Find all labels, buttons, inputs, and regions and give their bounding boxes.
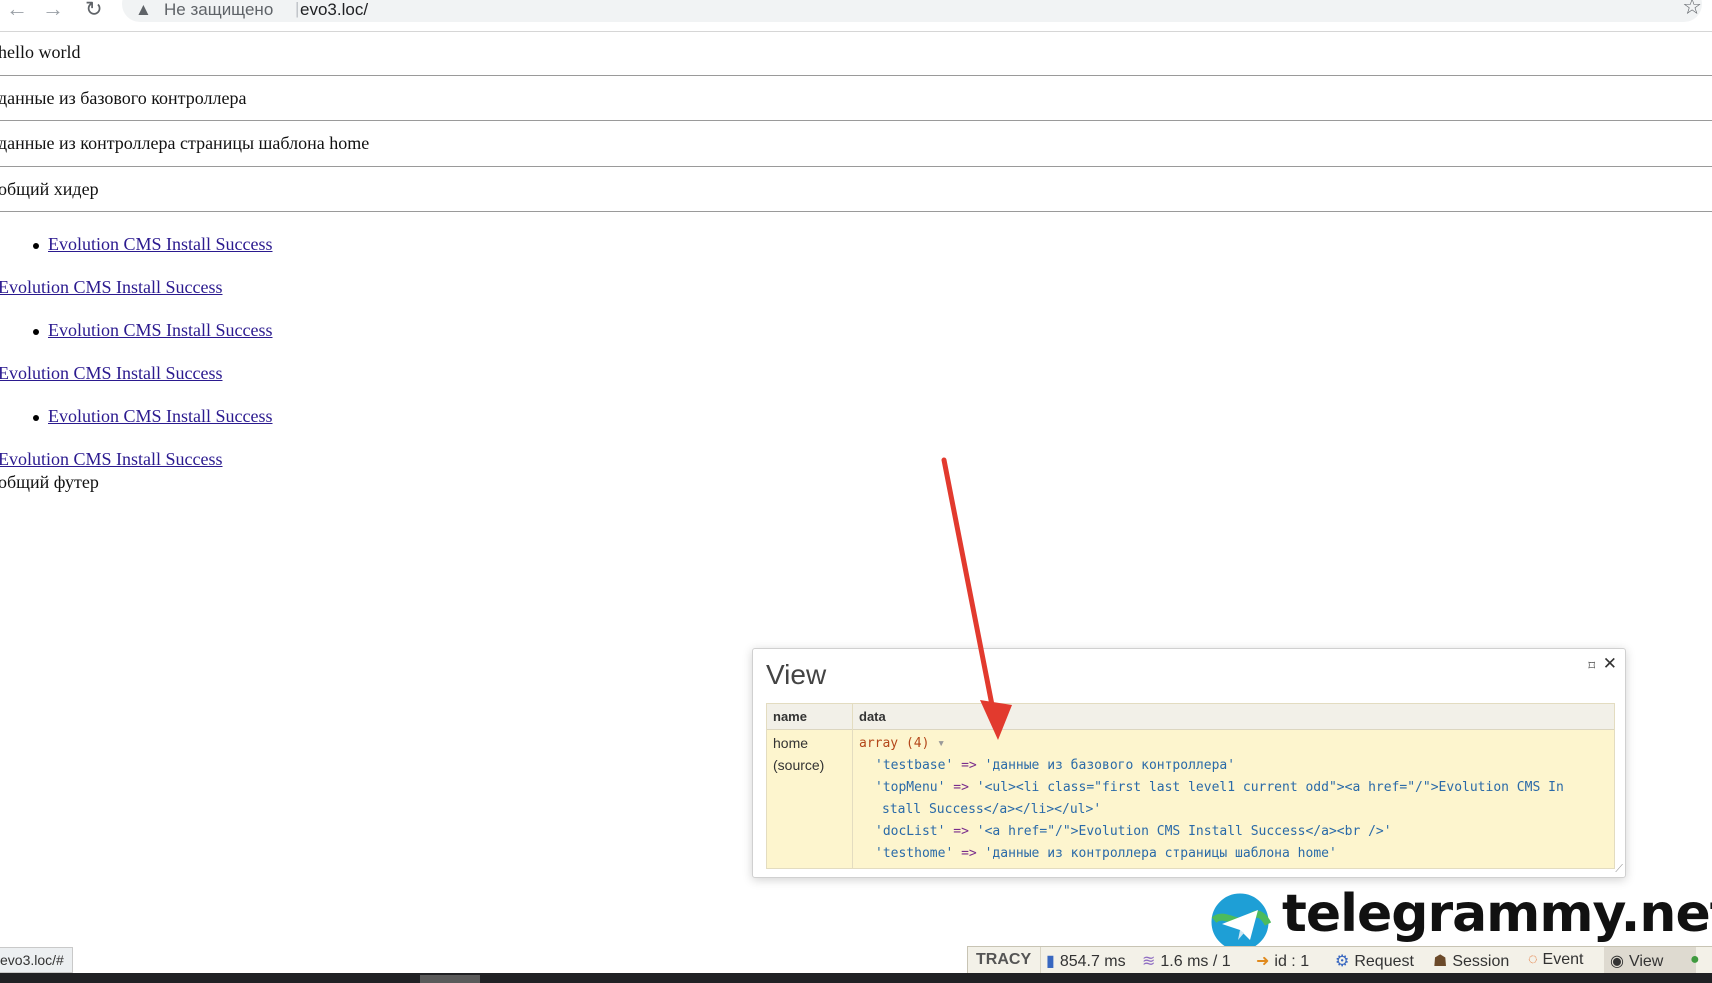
divider <box>0 166 1712 167</box>
table-header: name data <box>767 704 1614 730</box>
event-icon: ◌ <box>1528 951 1538 968</box>
back-arrow-icon[interactable]: ← <box>6 0 28 22</box>
watermark-text: telegrammy.net <box>1282 884 1712 944</box>
list-bullet <box>33 243 39 249</box>
array-entry-continued: stall Success</a></li></ul>' <box>882 802 1102 817</box>
list-bullet <box>33 415 39 421</box>
array-entry: 'topMenu' => '<ul><li class="first last … <box>875 780 1564 795</box>
array-entry: 'docList' => '<a href="/">Evolution CMS … <box>875 824 1392 839</box>
address-bar[interactable]: ▲ Не защищено | evo3.loc/ <box>122 0 1702 22</box>
base-controller-text: данные из базового контроллера <box>0 88 247 108</box>
session-icon: ☗ <box>1433 953 1448 970</box>
table-row: home (source) array (4) ▾ 'testbase' => … <box>767 730 1614 868</box>
column-header-name: name <box>773 709 807 724</box>
request-item[interactable]: ⚙ Request <box>1335 951 1414 971</box>
browser-toolbar: ← → ↻ ▲ Не защищено | evo3.loc/ ☆ <box>0 0 1712 32</box>
view-table: name data home (source) array (4) ▾ 'tes… <box>766 703 1615 869</box>
url-separator: | <box>295 0 300 18</box>
horizontal-scrollbar[interactable] <box>420 975 480 983</box>
divider <box>1040 947 1041 974</box>
warning-icon[interactable]: ▲ <box>135 0 152 20</box>
source-link[interactable]: (source) <box>773 757 824 773</box>
bookmark-star-icon[interactable]: ☆ <box>1682 0 1702 20</box>
divider <box>0 75 1712 76</box>
bottom-strip <box>0 973 1712 983</box>
tracy-view-panel: View ⌑ ✕ name data home (source) array (… <box>752 648 1626 878</box>
footer-text: общий футер <box>0 472 99 492</box>
event-item[interactable]: ◌ Event <box>1528 951 1583 969</box>
hello-text: hello world <box>0 42 81 62</box>
divider <box>0 211 1712 212</box>
document-id-item[interactable]: ➜ id : 1 <box>1256 951 1309 971</box>
link-status-bubble: evo3.loc/# <box>0 947 73 973</box>
array-entry: 'testhome' => 'данные из контроллера стр… <box>875 846 1337 861</box>
doc-link[interactable]: Evolution CMS Install Success <box>0 363 223 384</box>
close-icon[interactable]: ✕ <box>1603 654 1617 674</box>
column-header-data: data <box>859 709 886 724</box>
doc-link[interactable]: Evolution CMS Install Success <box>0 449 223 470</box>
url-text[interactable]: evo3.loc/ <box>300 0 368 20</box>
eye-icon: ◉ <box>1610 953 1624 970</box>
bar-chart-icon: ▮ <box>1046 953 1055 970</box>
column-separator <box>852 704 853 868</box>
telegram-globe-logo <box>1208 890 1272 954</box>
tracy-debug-bar: TRACY ▮ 854.7 ms ≋ 1.6 ms / 1 ➜ id : 1 ⚙ Req… <box>967 946 1712 975</box>
time-item[interactable]: ▮ 854.7 ms <box>1046 951 1126 971</box>
arrow-right-icon: ➜ <box>1256 953 1270 970</box>
menu-link[interactable]: Evolution CMS Install Success <box>48 320 273 341</box>
divider <box>0 120 1712 121</box>
gears-icon: ⚙ <box>1335 953 1350 970</box>
list-bullet <box>33 329 39 335</box>
menu-link[interactable]: Evolution CMS Install Success <box>48 406 273 427</box>
page-controller-text: данные из контроллера страницы шаблона h… <box>0 133 370 153</box>
user-icon[interactable]: ● <box>1690 951 1700 969</box>
session-item[interactable]: ☗ Session <box>1433 951 1509 971</box>
row-name: home <box>773 735 809 751</box>
panel-title: View <box>766 659 827 690</box>
header-text: общий хидер <box>0 179 99 199</box>
array-toggle[interactable]: array (4) ▾ <box>859 736 945 751</box>
menu-link[interactable]: Evolution CMS Install Success <box>48 234 273 255</box>
forward-arrow-icon[interactable]: → <box>42 0 64 22</box>
doc-link[interactable]: Evolution CMS Install Success <box>0 277 223 298</box>
resize-handle-icon[interactable]: ⟋ <box>1615 863 1623 876</box>
database-icon: ≋ <box>1142 953 1156 970</box>
array-entry: 'testbase' => 'данные из базового контро… <box>875 758 1236 773</box>
database-item[interactable]: ≋ 1.6 ms / 1 <box>1142 951 1231 971</box>
tracy-logo[interactable]: TRACY <box>976 951 1031 969</box>
reload-icon[interactable]: ↻ <box>85 0 103 22</box>
security-label[interactable]: Не защищено <box>164 0 273 20</box>
pin-icon[interactable]: ⌑ <box>1588 658 1595 674</box>
view-item[interactable]: ◉ View <box>1610 951 1663 971</box>
